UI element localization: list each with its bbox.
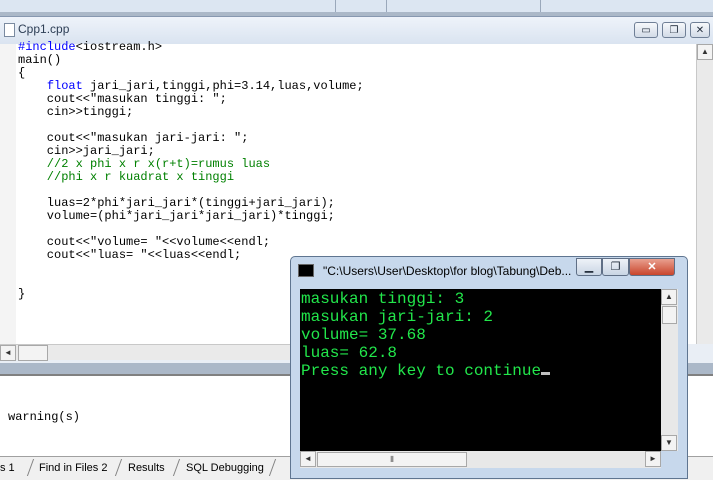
code-comment: //phi x r kuadrat x tinggi [18, 170, 235, 184]
code-keyword: float [46, 79, 83, 93]
scroll-down-arrow-icon[interactable]: ▼ [661, 435, 677, 451]
code-line: } [18, 287, 25, 301]
console-app-icon [298, 264, 314, 277]
scroll-left-arrow-icon[interactable]: ◄ [300, 451, 316, 467]
code-line: { [18, 66, 25, 80]
editor-title: Cpp1.cpp [18, 22, 70, 36]
text-cursor [541, 372, 551, 375]
code-line: cout<<"luas= "<<luas<<endl; [18, 248, 241, 262]
code-text: cout<<"masukan jari-jari: "; [18, 131, 249, 145]
scroll-left-arrow-icon[interactable]: ◄ [0, 345, 16, 361]
code-line: cin>>jari_jari; [18, 144, 155, 158]
code-line: cout<<"masukan tinggi: "; [18, 92, 227, 106]
console-close-button[interactable]: ✕ [629, 258, 675, 276]
tab-divider [268, 459, 277, 476]
tab-find-in-files-2[interactable]: Find in Files 2 [39, 460, 107, 476]
console-titlebar[interactable]: "C:\Users\User\Desktop\for blog\Tabung\D… [291, 257, 687, 284]
scroll-thumb[interactable] [18, 345, 48, 361]
tab-sql-debugging[interactable]: SQL Debugging [186, 460, 264, 476]
code-text: jari_jari,tinggi,phi=3.14,luas,volume; [82, 79, 364, 93]
code-text: cout<<"masukan tinggi: "; [18, 92, 227, 106]
console-line: masukan tinggi: 3 [301, 290, 465, 308]
code-text: } [18, 287, 26, 301]
scroll-thumb[interactable]: ⦀ [317, 452, 467, 467]
editor-close-button[interactable]: ✕ [690, 22, 710, 38]
code-line: volume=(phi*jari_jari*jari_jari)*tinggi; [18, 209, 335, 223]
code-line: #include<iostream.h> [18, 40, 162, 54]
console-vertical-scrollbar[interactable]: ▲ ▼ [661, 289, 678, 451]
tab-divider [26, 459, 35, 476]
scroll-up-arrow-icon[interactable]: ▲ [661, 289, 677, 305]
code-line: main() [18, 53, 61, 67]
code-text: cout<<"volume= "<<volume<<endl; [18, 235, 271, 249]
code-keyword: #include [18, 40, 76, 54]
code-text: cin>>jari_jari; [18, 144, 155, 158]
code-comment: //2 x phi x r x(r+t)=rumus luas [18, 157, 271, 171]
editor-restore-button[interactable]: ❐ [662, 22, 686, 38]
code-text: cin>>tinggi; [18, 105, 134, 119]
console-horizontal-scrollbar[interactable]: ◄ ⦀ ► [300, 451, 661, 468]
code-line: float jari_jari,tinggi,phi=3.14,luas,vol… [18, 79, 364, 93]
output-warning-text: warning(s) [8, 410, 81, 424]
code-text: luas=2*phi*jari_jari*(tinggi+jari_jari); [18, 196, 335, 210]
console-restore-button[interactable]: ❐ [602, 258, 629, 276]
code-line: //phi x r kuadrat x tinggi [18, 170, 234, 184]
console-title: "C:\Users\User\Desktop\for blog\Tabung\D… [323, 264, 572, 278]
console-line-text: Press any key to continue [301, 362, 542, 380]
toolbar-separator [386, 0, 387, 12]
console-line: Press any key to continue [301, 362, 551, 380]
console-line: volume= 37.68 [301, 326, 426, 344]
editor-horizontal-scrollbar[interactable]: ◄ [0, 344, 290, 361]
code-line: luas=2*phi*jari_jari*(tinggi+jari_jari); [18, 196, 335, 210]
code-text: { [18, 66, 26, 80]
code-line: cin>>tinggi; [18, 105, 133, 119]
toolbar-separator [540, 0, 541, 12]
document-icon [4, 23, 15, 37]
console-window: "C:\Users\User\Desktop\for blog\Tabung\D… [290, 256, 688, 479]
console-line: luas= 62.8 [301, 344, 398, 362]
scroll-right-arrow-icon[interactable]: ► [645, 451, 661, 467]
tab-divider [114, 459, 123, 476]
code-text: main() [18, 53, 62, 67]
tab-results[interactable]: Results [128, 460, 165, 476]
console-output[interactable]: masukan tinggi: 3 masukan jari-jari: 2 v… [300, 289, 661, 451]
tab-build[interactable]: s 1 [0, 460, 15, 476]
code-text: cout<<"luas= "<<luas<<endl; [18, 248, 242, 262]
code-line: //2 x phi x r x(r+t)=rumus luas [18, 157, 270, 171]
code-line: cout<<"masukan jari-jari: "; [18, 131, 249, 145]
console-line: masukan jari-jari: 2 [301, 308, 494, 326]
code-text: <iostream.h> [75, 40, 163, 54]
toolbar-separator [335, 0, 336, 12]
editor-minimize-button[interactable]: ▭ [634, 22, 658, 38]
scroll-up-arrow-icon[interactable]: ▲ [697, 44, 713, 60]
scroll-thumb[interactable] [662, 306, 677, 324]
code-text: volume=(phi*jari_jari*jari_jari)*tinggi; [18, 209, 335, 223]
tab-divider [172, 459, 181, 476]
console-minimize-button[interactable]: ▁ [576, 258, 602, 276]
code-line: cout<<"volume= "<<volume<<endl; [18, 235, 270, 249]
editor-vertical-scrollbar[interactable]: ▲ [696, 44, 713, 344]
